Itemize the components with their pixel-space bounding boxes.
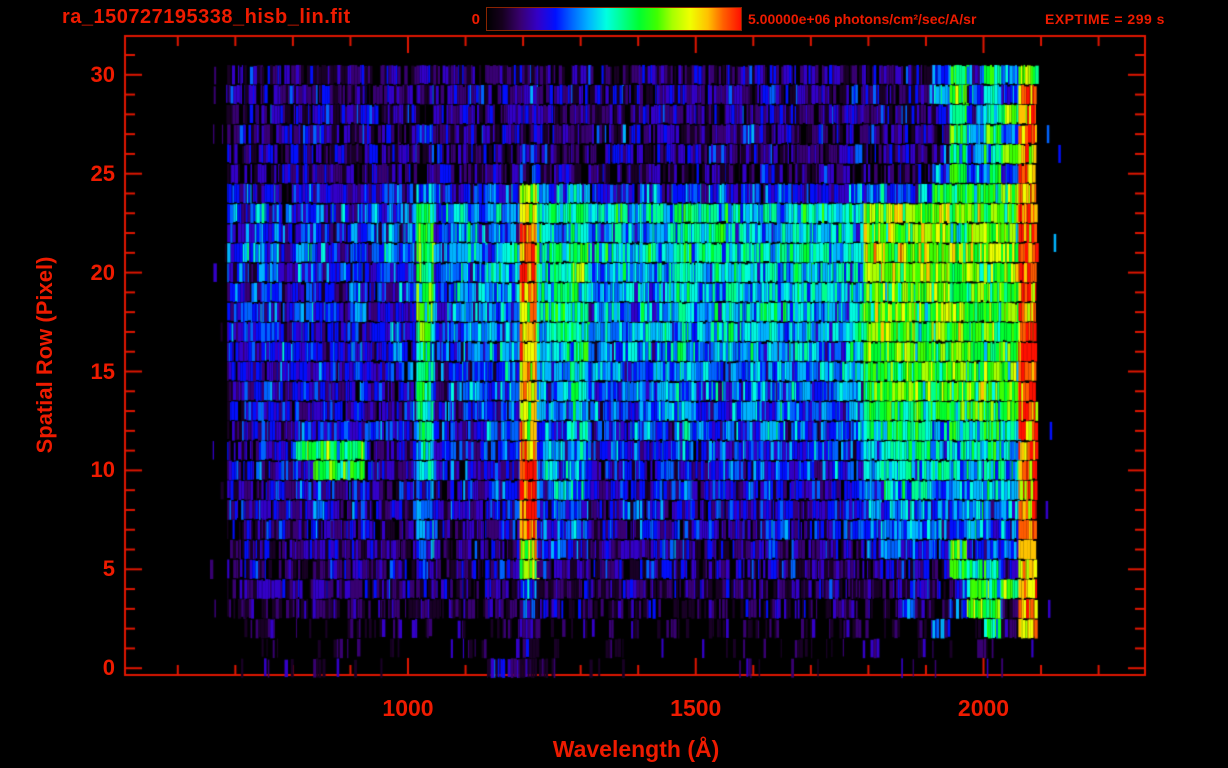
spectrogram-figure: ra_150727195338_hisb_lin.fit 0 5.00000e+… — [0, 0, 1228, 768]
spectrogram-canvas — [0, 0, 1228, 768]
colorbar-gradient — [486, 7, 742, 31]
y-tick-label: 15 — [90, 358, 115, 384]
y-tick-label: 20 — [90, 259, 115, 285]
y-tick-label: 5 — [102, 556, 115, 582]
x-tick-label: 1500 — [670, 695, 722, 721]
colorbar-min-label: 0 — [471, 11, 480, 28]
colorbar-max-label: 5.00000e+06 photons/cm²/sec/A/sr — [748, 11, 977, 27]
y-tick-label: 0 — [102, 655, 115, 681]
y-tick-label: 30 — [90, 61, 115, 87]
file-title: ra_150727195338_hisb_lin.fit — [62, 6, 351, 28]
x-axis-title: Wavelength (Å) — [552, 736, 720, 762]
x-tick-label: 1000 — [382, 695, 434, 721]
exptime-label: EXPTIME = 299 s — [1045, 11, 1165, 27]
y-tick-label: 25 — [90, 160, 115, 186]
x-tick-label: 2000 — [957, 695, 1010, 721]
y-tick-label: 10 — [90, 457, 115, 483]
